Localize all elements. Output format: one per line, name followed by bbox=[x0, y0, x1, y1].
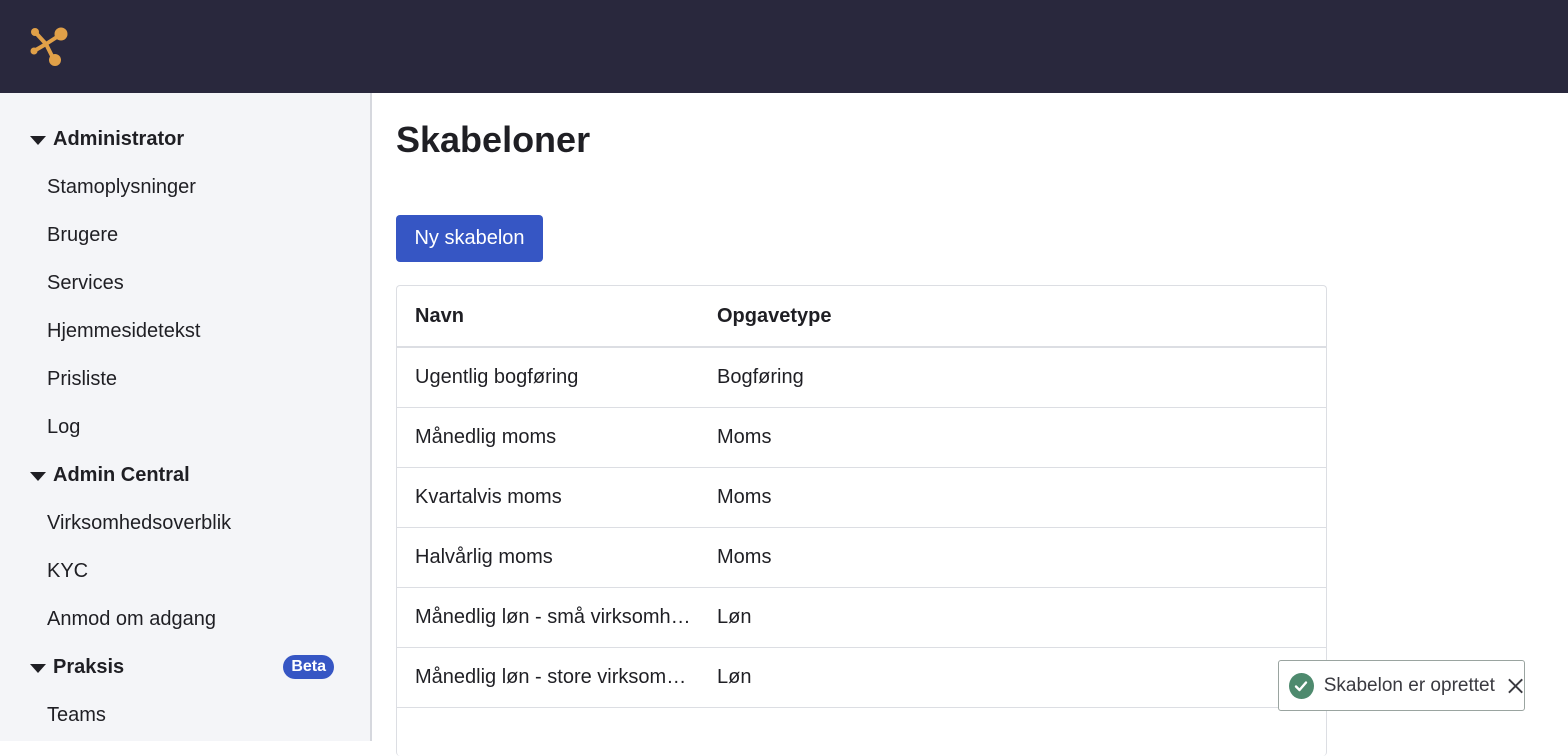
table-row[interactable]: Månedlig løn - store virksomheder Løn bbox=[397, 648, 1326, 708]
section-admin-central[interactable]: Admin Central bbox=[30, 460, 340, 490]
sidebar-item-log[interactable]: Log bbox=[47, 412, 80, 442]
section-label: Praksis bbox=[53, 655, 125, 678]
column-header-navn[interactable]: Navn bbox=[397, 305, 717, 328]
beta-badge: Beta bbox=[283, 655, 334, 679]
close-icon[interactable] bbox=[1507, 677, 1524, 695]
section-administrator[interactable]: Administrator bbox=[30, 124, 340, 154]
toast-message: Skabelon er oprettet bbox=[1323, 674, 1495, 696]
table-row[interactable]: Månedlig løn - små virksomheder Løn bbox=[397, 588, 1326, 648]
check-circle-icon bbox=[1289, 672, 1314, 699]
table-row[interactable]: Ugentlig bogføring Bogføring bbox=[397, 348, 1326, 408]
section-label: Administrator bbox=[53, 127, 185, 150]
sidebar-item-services[interactable]: Services bbox=[47, 268, 124, 298]
table-row[interactable]: Månedlig moms Moms bbox=[397, 408, 1326, 468]
sidebar: Administrator Stamoplysninger Brugere Se… bbox=[0, 93, 372, 741]
sidebar-item-prisliste[interactable]: Prisliste bbox=[47, 364, 117, 394]
section-label: Admin Central bbox=[53, 463, 190, 486]
sidebar-item-brugere[interactable]: Brugere bbox=[47, 220, 118, 250]
caret-down-icon bbox=[30, 135, 46, 145]
cell-task-type: Moms bbox=[717, 426, 772, 448]
sidebar-item-stamoplysninger[interactable]: Stamoplysninger bbox=[47, 172, 196, 202]
cell-task-type: Løn bbox=[717, 606, 752, 628]
column-header-opgavetype[interactable]: Opgavetype bbox=[717, 305, 831, 328]
top-bar bbox=[0, 0, 1568, 93]
cell-name: Månedlig løn - store virksomheder bbox=[415, 666, 717, 688]
templates-table: Navn Opgavetype Ugentlig bogføring Bogfø… bbox=[396, 285, 1327, 756]
table-row[interactable]: Kvartalvis moms Moms bbox=[397, 468, 1326, 528]
brand-logo-icon[interactable] bbox=[26, 24, 72, 70]
cell-task-type: Moms bbox=[717, 546, 772, 568]
cell-task-type: Moms bbox=[717, 486, 772, 508]
section-praksis[interactable]: Praksis Beta bbox=[30, 652, 340, 682]
cell-task-type: Bogføring bbox=[717, 366, 804, 388]
main-content: Skabeloner Ny skabelon Navn Opgavetype U… bbox=[372, 93, 1568, 756]
sidebar-item-kyc[interactable]: KYC bbox=[47, 556, 88, 586]
new-template-button[interactable]: Ny skabelon bbox=[396, 215, 543, 262]
sidebar-item-teams[interactable]: Teams bbox=[47, 700, 106, 730]
cell-name: Månedlig løn - små virksomheder bbox=[415, 606, 711, 628]
cell-name: Ugentlig bogføring bbox=[415, 366, 579, 388]
cell-name: Månedlig moms bbox=[415, 426, 557, 448]
caret-down-icon bbox=[30, 663, 46, 673]
table-row[interactable]: Halvårlig moms Moms bbox=[397, 528, 1326, 588]
page-title: Skabeloner bbox=[396, 119, 591, 160]
cell-task-type: Løn bbox=[717, 666, 752, 688]
cell-name: Halvårlig moms bbox=[415, 546, 553, 568]
sidebar-item-virksomhedsoverblik[interactable]: Virksomhedsoverblik bbox=[47, 508, 231, 538]
table-header: Navn Opgavetype bbox=[397, 286, 1326, 348]
caret-down-icon bbox=[30, 471, 46, 481]
success-toast: Skabelon er oprettet bbox=[1278, 660, 1525, 711]
sidebar-item-anmod-om-adgang[interactable]: Anmod om adgang bbox=[47, 604, 216, 634]
sidebar-item-hjemmesidetekst[interactable]: Hjemmesidetekst bbox=[47, 316, 200, 346]
cell-name: Kvartalvis moms bbox=[415, 486, 562, 508]
